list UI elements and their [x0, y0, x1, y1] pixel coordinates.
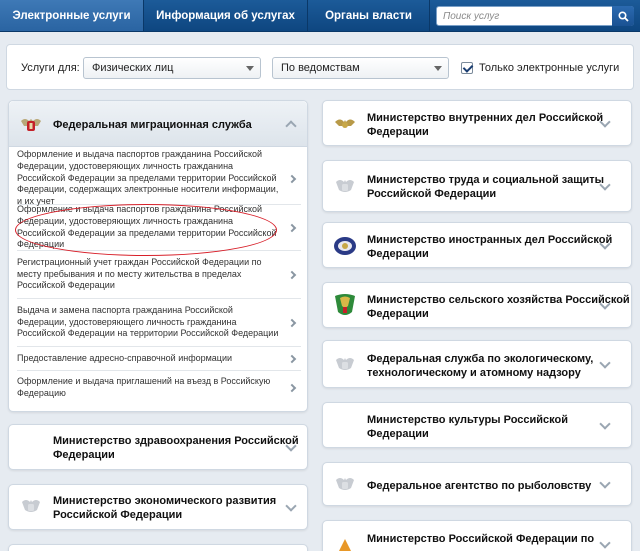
- search-input[interactable]: [437, 7, 612, 25]
- agency-title: Министерство культуры Российской Федерац…: [367, 414, 568, 440]
- chevron-right-icon: [287, 223, 297, 232]
- service-item-label: Предоставление адресно-справочной информ…: [17, 352, 233, 363]
- only-electronic-label[interactable]: Только электронные услуги: [479, 62, 619, 74]
- agency-panel[interactable]: Министерство труда и социальной защиты Р…: [322, 160, 632, 212]
- service-item[interactable]: Оформление и выдача приглашений на въезд…: [17, 371, 301, 405]
- agency-panel[interactable]: Федеральная служба по экологическому, те…: [322, 340, 632, 388]
- service-item-label: Оформление и выдача приглашений на въезд…: [17, 376, 271, 398]
- agency-panel[interactable]: Министерство здравоохранения Российской …: [8, 424, 308, 470]
- chevron-right-icon: [287, 354, 297, 363]
- service-item[interactable]: Оформление и выдача паспортов гражданина…: [17, 204, 301, 251]
- fms-emblem-icon: [19, 112, 43, 136]
- search-box: [436, 6, 634, 26]
- agency-title: Министерство иностранных дел Российской …: [367, 234, 613, 260]
- services-for-label: Услуги для:: [21, 62, 80, 74]
- grouping-value: По ведомствам: [281, 62, 360, 74]
- agency-title: Федеральная служба по экологическому, те…: [367, 353, 594, 379]
- chevron-down-icon: [599, 477, 611, 489]
- grouping-select[interactable]: По ведомствам: [272, 57, 449, 79]
- tab-authorities[interactable]: Органы власти: [308, 0, 430, 31]
- audience-value: Физических лиц: [92, 62, 174, 74]
- mvd-emblem-icon: [333, 112, 357, 136]
- chevron-down-icon: [246, 66, 254, 71]
- chevron-right-icon: [287, 318, 297, 327]
- agency-title: Министерство Российской Федерации по: [367, 533, 595, 545]
- search-icon: [617, 10, 629, 22]
- service-item[interactable]: Выдача и замена паспорта гражданина Росс…: [17, 299, 301, 347]
- chevron-up-icon: [285, 120, 297, 132]
- only-electronic-checkbox[interactable]: [461, 62, 473, 74]
- service-item[interactable]: Предоставление адресно-справочной информ…: [17, 347, 301, 371]
- service-item[interactable]: Регистрационный учет граждан Российской …: [17, 251, 301, 299]
- service-item-label: Регистрационный учет граждан Российской …: [17, 256, 262, 291]
- coat-of-arms-icon: [19, 495, 43, 519]
- mchs-emblem-icon: [333, 535, 357, 551]
- chevron-down-icon: [434, 66, 442, 71]
- agency-panel[interactable]: Министерство иностранных дел Российской …: [322, 222, 632, 268]
- agriculture-emblem-icon: [333, 293, 357, 317]
- coat-of-arms-icon: [333, 473, 357, 497]
- service-item[interactable]: Оформление и выдача паспортов гражданина…: [17, 149, 301, 206]
- coat-of-arms-icon: [333, 175, 357, 199]
- agency-panel[interactable]: Министерство сельского хозяйства Российс…: [322, 282, 632, 328]
- chevron-right-icon: [287, 383, 297, 393]
- agency-header-fms[interactable]: Федеральная миграционная служба: [9, 101, 307, 147]
- agency-title: Министерство здравоохранения Российской …: [53, 435, 299, 461]
- agency-panel[interactable]: Министерство внутренних дел Российской Ф…: [322, 100, 632, 146]
- service-item-label: Оформление и выдача паспортов гражданина…: [17, 149, 279, 207]
- chevron-down-icon: [599, 537, 611, 549]
- coat-of-arms-icon: [333, 353, 357, 377]
- agency-panel[interactable]: Министерство Российской Федерации по: [322, 520, 632, 551]
- tab-electronic-services[interactable]: Электронные услуги: [0, 0, 144, 31]
- tab-services-info[interactable]: Информация об услугах: [144, 0, 308, 31]
- agency-panel[interactable]: Федеральное агентство по рыболовству: [322, 462, 632, 506]
- agency-panel-fms: Федеральная миграционная служба Оформлен…: [8, 100, 308, 412]
- audience-select[interactable]: Физических лиц: [83, 57, 261, 79]
- agency-title-fms: Федеральная миграционная служба: [53, 119, 252, 131]
- search-button[interactable]: [612, 6, 634, 26]
- agency-title: Министерство экономического развития Рос…: [53, 495, 277, 521]
- agency-panel[interactable]: Министерство культуры Российской Федерац…: [322, 402, 632, 448]
- agency-title: Федеральное агентство по рыболовству: [367, 480, 592, 492]
- agency-title: Министерство сельского хозяйства Российс…: [367, 294, 630, 320]
- service-item-label: Оформление и выдача паспортов гражданина…: [17, 204, 277, 250]
- agency-panel[interactable]: Министерство экономического развития Рос…: [8, 484, 308, 530]
- chevron-right-icon: [287, 270, 297, 279]
- service-item-label: Выдача и замена паспорта гражданина Росс…: [17, 304, 279, 339]
- mid-emblem-icon: [333, 234, 357, 258]
- chevron-right-icon: [287, 174, 297, 183]
- agency-title: Министерство труда и социальной защиты Р…: [367, 174, 605, 200]
- agency-panel[interactable]: [8, 544, 308, 551]
- agency-title: Министерство внутренних дел Российской Ф…: [367, 112, 604, 138]
- filter-bar: Услуги для: Физических лиц По ведомствам…: [6, 44, 634, 90]
